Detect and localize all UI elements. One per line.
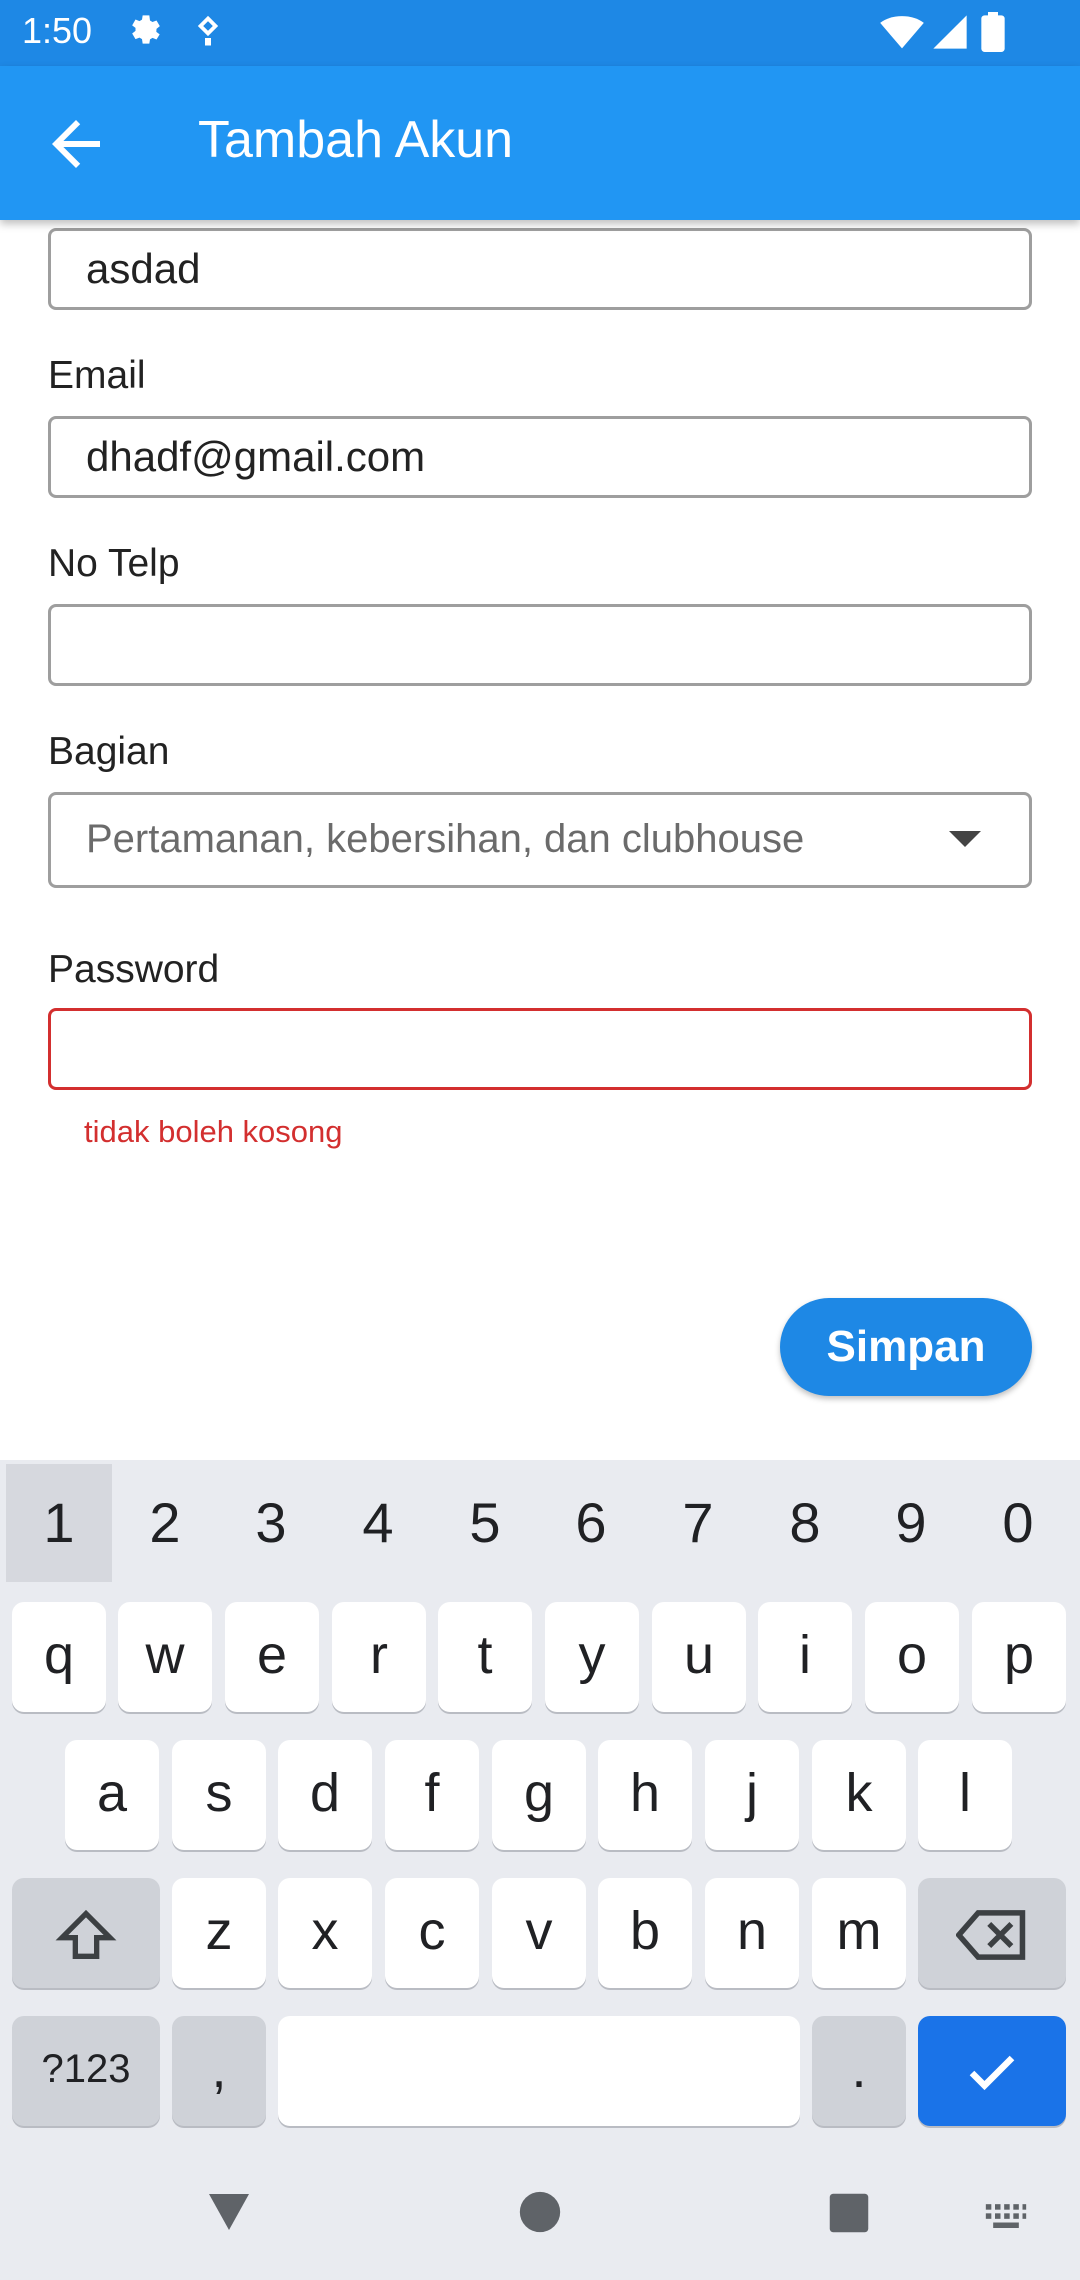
name-value: asdad <box>86 245 201 292</box>
phone-label: No Telp <box>48 542 180 585</box>
key-d[interactable]: d <box>278 1740 372 1850</box>
back-arrow-icon[interactable] <box>40 108 112 180</box>
key-2[interactable]: 2 <box>112 1464 218 1582</box>
symbols-key[interactable]: ?123 <box>12 2016 160 2126</box>
comma-key[interactable]: , <box>172 2016 266 2126</box>
shift-icon <box>55 1909 117 1959</box>
nav-back-icon[interactable] <box>204 2188 254 2241</box>
key-9[interactable]: 9 <box>858 1464 964 1582</box>
key-k[interactable]: k <box>812 1740 906 1850</box>
key-z[interactable]: z <box>172 1878 266 1988</box>
key-c[interactable]: c <box>385 1878 479 1988</box>
email-field[interactable]: dhadf@gmail.com <box>48 416 1032 498</box>
key-j[interactable]: j <box>705 1740 799 1850</box>
key-e[interactable]: e <box>225 1602 319 1712</box>
battery-icon <box>980 12 1020 53</box>
key-7[interactable]: 7 <box>645 1464 751 1582</box>
space-key[interactable] <box>278 2016 800 2126</box>
bagian-dropdown[interactable]: Pertamanan, kebersihan, dan clubhouse <box>48 792 1032 888</box>
key-t[interactable]: t <box>438 1602 532 1712</box>
key-6[interactable]: 6 <box>538 1464 644 1582</box>
key-l[interactable]: l <box>918 1740 1012 1850</box>
navigation-bar <box>0 2166 1080 2280</box>
backspace-icon <box>955 1909 1026 1960</box>
key-n[interactable]: n <box>705 1878 799 1988</box>
dropdown-caret-icon <box>949 831 981 847</box>
signal-icon <box>930 12 970 52</box>
key-4[interactable]: 4 <box>325 1464 431 1582</box>
key-h[interactable]: h <box>598 1740 692 1850</box>
page-title: Tambah Akun <box>198 111 514 169</box>
key-r[interactable]: r <box>332 1602 426 1712</box>
key-v[interactable]: v <box>492 1878 586 1988</box>
nav-home-icon[interactable] <box>518 2190 562 2239</box>
app-bar: Tambah Akun <box>0 66 1080 220</box>
shift-key[interactable] <box>12 1878 160 1988</box>
enter-key[interactable] <box>918 2016 1066 2126</box>
wifi-icon <box>880 12 924 52</box>
key-i[interactable]: i <box>758 1602 852 1712</box>
backspace-key[interactable] <box>918 1878 1066 1988</box>
soft-keyboard: 1 2 3 4 5 6 7 8 9 0 q w e r t y u i o p … <box>0 1460 1080 2280</box>
key-q[interactable]: q <box>12 1602 106 1712</box>
key-f[interactable]: f <box>385 1740 479 1850</box>
password-label: Password <box>48 948 220 991</box>
nav-recents-icon[interactable] <box>828 2192 870 2239</box>
period-key[interactable]: . <box>812 2016 906 2126</box>
status-time: 1:50 <box>22 10 93 51</box>
save-button[interactable]: Simpan <box>780 1298 1032 1396</box>
key-0[interactable]: 0 <box>965 1464 1071 1582</box>
phone-field[interactable] <box>48 604 1032 686</box>
key-g[interactable]: g <box>492 1740 586 1850</box>
email-label: Email <box>48 354 146 397</box>
key-u[interactable]: u <box>652 1602 746 1712</box>
key-1[interactable]: 1 <box>6 1464 112 1582</box>
keyboard-switch-icon[interactable] <box>984 2202 1028 2237</box>
key-b[interactable]: b <box>598 1878 692 1988</box>
password-field[interactable] <box>48 1008 1032 1090</box>
password-error-text: tidak boleh kosong <box>84 1114 343 1149</box>
check-icon <box>969 2055 1015 2090</box>
key-o[interactable]: o <box>865 1602 959 1712</box>
key-a[interactable]: a <box>65 1740 159 1850</box>
key-p[interactable]: p <box>972 1602 1066 1712</box>
email-value: dhadf@gmail.com <box>86 433 426 480</box>
location-icon <box>190 12 230 52</box>
number-row: 1 2 3 4 5 6 7 8 9 0 <box>0 1460 1080 1586</box>
key-s[interactable]: s <box>172 1740 266 1850</box>
settings-icon <box>124 12 164 52</box>
key-y[interactable]: y <box>545 1602 639 1712</box>
name-field[interactable]: asdad <box>48 228 1032 310</box>
status-bar: 1:50 <box>0 0 1080 66</box>
key-w[interactable]: w <box>118 1602 212 1712</box>
key-3[interactable]: 3 <box>218 1464 324 1582</box>
bagian-label: Bagian <box>48 730 170 773</box>
key-x[interactable]: x <box>278 1878 372 1988</box>
bagian-selected-value: Pertamanan, kebersihan, dan clubhouse <box>86 817 805 861</box>
key-m[interactable]: m <box>812 1878 906 1988</box>
key-5[interactable]: 5 <box>432 1464 538 1582</box>
key-8[interactable]: 8 <box>752 1464 858 1582</box>
